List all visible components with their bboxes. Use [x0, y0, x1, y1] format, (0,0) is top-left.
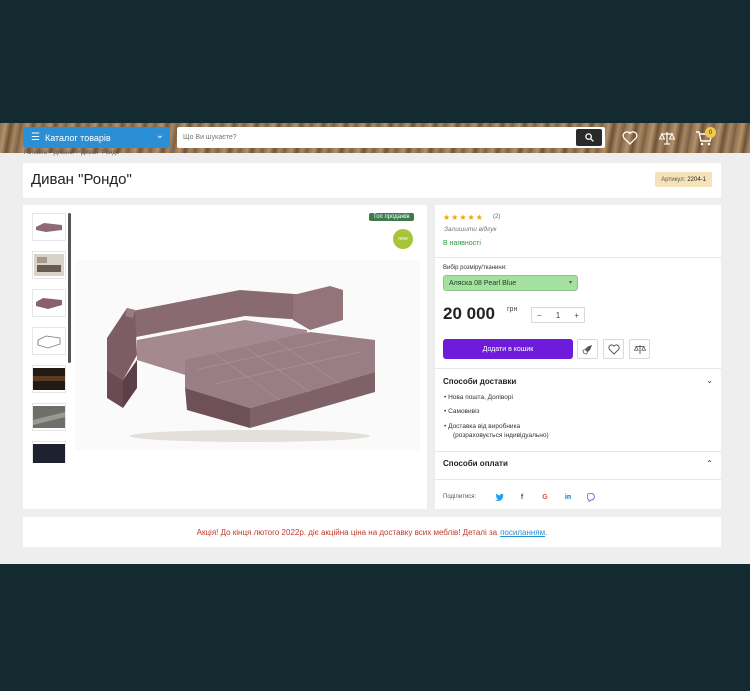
top-sales-badge: Топ продажів [369, 213, 414, 221]
delivery-item-note: (розраховується індивідуально) [453, 432, 549, 439]
search-box [177, 127, 605, 148]
thumbnail-list [32, 213, 70, 463]
chevron-up-icon[interactable]: ⌃ [706, 459, 713, 468]
currency: грн [507, 306, 518, 313]
compare-button[interactable] [657, 128, 677, 148]
scales-icon [633, 344, 646, 354]
rating-stars[interactable]: ★★★★★ [443, 213, 484, 222]
qty-minus-button[interactable]: − [537, 311, 542, 320]
divider [435, 479, 721, 480]
new-badge: new [393, 229, 413, 249]
delivery-item: • Доставка від виробника [444, 423, 521, 430]
chevron-down-icon: ⌄ [155, 130, 164, 141]
qty-value[interactable]: 1 [556, 311, 560, 320]
size-label: Вибір розміру/тканини: [443, 265, 507, 271]
thumbnail[interactable] [32, 251, 66, 279]
promo-link[interactable]: посиланням [500, 528, 545, 537]
viber-icon[interactable] [585, 491, 597, 503]
twitter-icon[interactable] [493, 491, 505, 503]
thumbnail-scrollbar[interactable] [68, 213, 71, 363]
cart-count-badge: 0 [705, 127, 716, 138]
thumbnail[interactable] [32, 403, 66, 431]
qty-plus-button[interactable]: + [574, 311, 579, 320]
sku-value: 2204-1 [687, 176, 706, 183]
price: 20 000 [443, 304, 495, 323]
thumbnail[interactable] [32, 365, 66, 393]
title-bar: Диван "Рондо" Артикул: 2204-1 [23, 163, 721, 198]
quantity-stepper: − 1 + [531, 307, 585, 323]
chevron-down-icon[interactable]: ⌄ [706, 376, 713, 385]
divider [435, 257, 721, 258]
write-review-link[interactable]: Залишити відгук [444, 226, 497, 233]
product-info-panel: ★★★★★ (2) Залишити відгук В наявності Ви… [435, 205, 721, 509]
thumbnail[interactable] [32, 327, 66, 355]
scales-icon [659, 132, 675, 145]
facebook-icon[interactable]: f [516, 491, 528, 503]
thumbnail[interactable] [32, 289, 66, 317]
quick-order-button[interactable] [577, 339, 598, 359]
breadcrumb[interactable]: Головна > Дивани > Диван "Рондо" [24, 150, 121, 156]
divider [435, 368, 721, 369]
product-image[interactable] [75, 260, 420, 450]
add-to-cart-button[interactable]: Додати в кошик [443, 339, 573, 359]
add-to-wishlist-button[interactable] [603, 339, 624, 359]
promo-end: . [545, 527, 548, 537]
stock-status: В наявності [443, 240, 481, 247]
size-select-value: Аляска 08 Pearl Blue [449, 279, 517, 287]
search-input[interactable] [183, 130, 563, 145]
size-select[interactable]: Аляска 08 Pearl Blue ▾ [443, 275, 578, 291]
add-to-compare-button[interactable] [629, 339, 650, 359]
wishlist-button[interactable] [620, 128, 640, 148]
divider [435, 451, 721, 452]
catalog-button[interactable]: ☰ Каталог товарів ⌄ [23, 127, 170, 148]
thumbnail[interactable] [32, 441, 66, 463]
heart-icon [607, 343, 620, 355]
menu-icon: ☰ [31, 132, 40, 143]
heart-icon [622, 131, 638, 145]
product-gallery: Топ продажів new [23, 205, 427, 509]
delivery-title[interactable]: Способи доставки [443, 377, 516, 386]
rocket-icon [582, 344, 593, 355]
payment-title[interactable]: Способи оплати [443, 459, 508, 468]
linkedin-icon[interactable]: in [562, 491, 574, 503]
promo-text: Акція! До кінця лютого 2022р. діє акційн… [196, 527, 498, 537]
page-viewport: ☰ Каталог товарів ⌄ 0 Головна > Дивани >… [0, 123, 750, 564]
page-title: Диван "Рондо" [31, 171, 132, 188]
google-plus-icon[interactable]: G [539, 491, 551, 503]
review-count: (2) [493, 214, 501, 220]
site-header: ☰ Каталог товарів ⌄ 0 [0, 123, 750, 153]
promo-banner: Акція! До кінця лютого 2022р. діє акційн… [23, 517, 721, 547]
share-label: Поділитися: [443, 494, 477, 500]
dropdown-arrow-icon: ▾ [568, 280, 572, 286]
catalog-label: Каталог товарів [44, 132, 111, 143]
search-button[interactable] [576, 129, 602, 146]
search-icon [584, 133, 594, 142]
sku-badge: Артикул: 2204-1 [655, 172, 712, 187]
delivery-item: • Самовивіз [444, 408, 480, 415]
sku-label: Артикул: [661, 176, 686, 183]
delivery-item: • Нова пошта, Доліворі [444, 394, 513, 401]
thumbnail[interactable] [32, 213, 66, 241]
